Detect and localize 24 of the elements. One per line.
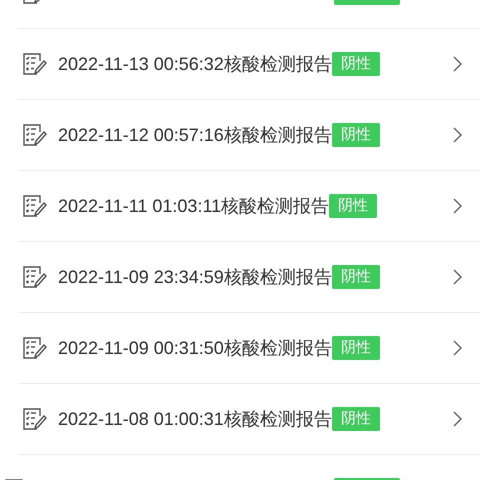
chevron-right-icon[interactable]: [453, 56, 462, 72]
result-tag: 阴性: [332, 265, 380, 289]
report-title: 2022-11-12 00:57:16核酸检测报告: [58, 124, 332, 147]
chevron-right-icon[interactable]: [453, 411, 462, 427]
report-title: 2022-11-08 01:00:31核酸检测报告: [58, 408, 332, 431]
result-tag: 阴性: [329, 194, 378, 218]
result-tag: 阴性: [332, 336, 380, 360]
report-icon: [22, 336, 47, 360]
report-title: 2022-11-13 00:56:32核酸检测报告: [58, 53, 332, 76]
report-title: 2022-11-09 00:31:50核酸检测报告: [58, 337, 332, 360]
chevron-right-icon[interactable]: [453, 127, 462, 143]
result-tag: 阴性: [332, 123, 380, 147]
chevron-right-icon[interactable]: [453, 269, 462, 285]
result-tag: 阴性: [332, 52, 380, 76]
report-icon: [22, 52, 47, 76]
chevron-right-icon[interactable]: [453, 198, 462, 214]
report-title: 2022-11-09 23:34:59核酸检测报告: [58, 266, 332, 289]
report-icon: [22, 123, 47, 147]
report-icon: [22, 194, 47, 218]
result-tag: 阴性: [332, 407, 380, 431]
chevron-right-icon[interactable]: [453, 340, 462, 356]
report-title: 2022-11-11 01:03:11核酸检测报告: [58, 195, 330, 218]
report-icon: [22, 407, 47, 431]
report-icon: [22, 265, 47, 289]
